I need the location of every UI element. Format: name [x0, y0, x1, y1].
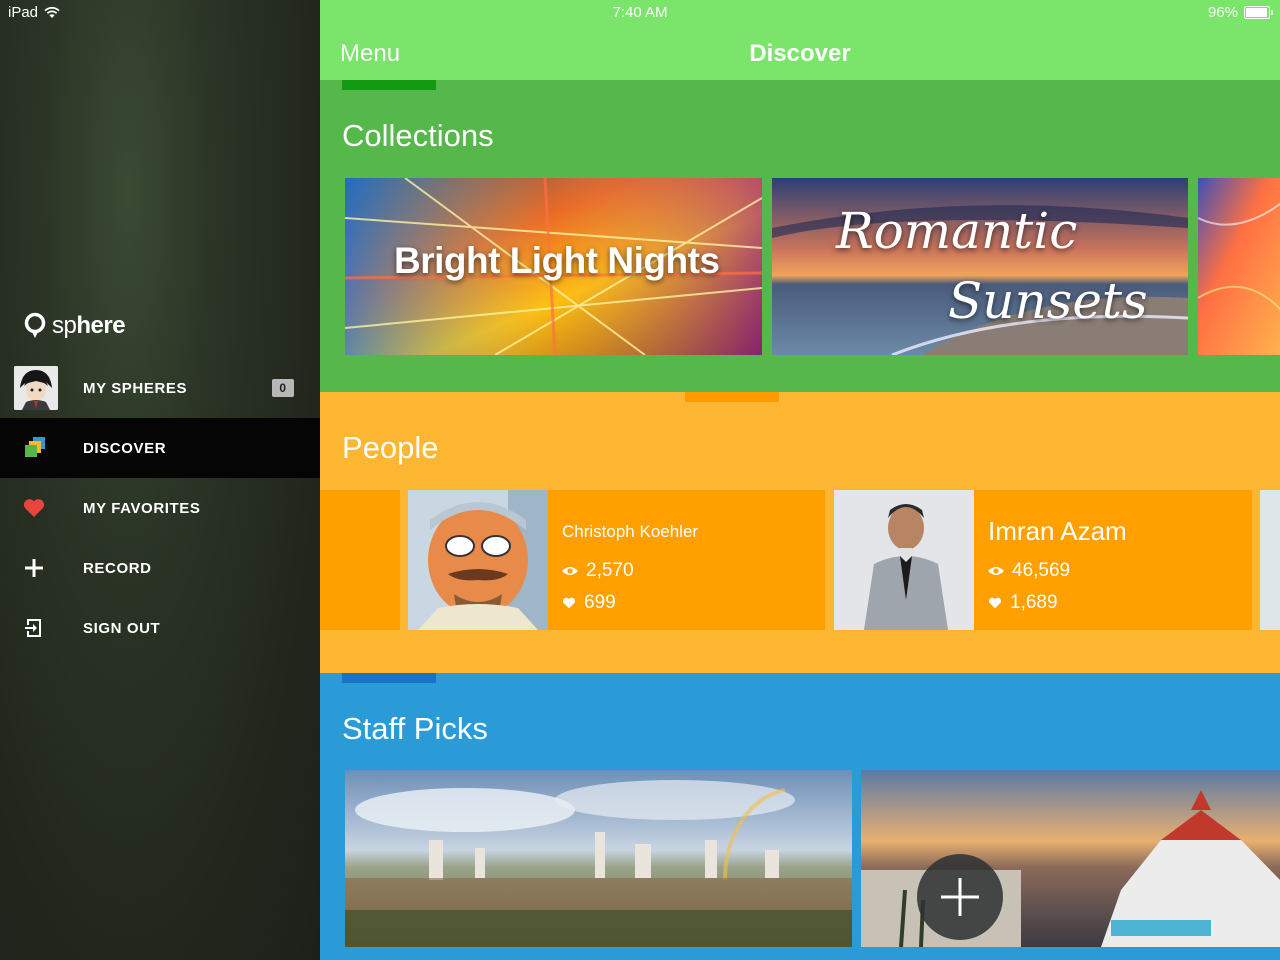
brand-name: sphere	[52, 312, 126, 340]
person-photo	[834, 490, 974, 630]
person-card-partial[interactable]	[1260, 490, 1280, 630]
eye-icon	[988, 567, 1004, 575]
person-likes: 699	[562, 592, 616, 614]
page-title: Discover	[749, 40, 851, 67]
collection-title-line2: Sunsets	[948, 272, 1148, 330]
collection-title-line1: Romantic	[836, 202, 1078, 260]
views-count: 2,570	[586, 560, 634, 581]
sphere-logo: sphere	[24, 312, 126, 340]
section-title: Collections	[342, 118, 494, 153]
person-card-partial[interactable]	[320, 490, 400, 630]
status-right: 96%	[1207, 4, 1273, 21]
person-card-imran-azam[interactable]: Imran Azam 46,569 1,689	[834, 490, 1252, 630]
location-pin-icon	[24, 312, 46, 338]
person-views: 46,569	[988, 560, 1070, 582]
main-content: Menu Discover Collections Bright Light N…	[320, 0, 1280, 960]
heart-icon	[562, 597, 576, 609]
person-likes: 1,689	[988, 592, 1058, 614]
person-card-christoph-koehler[interactable]: Christoph Koehler 2,570 699	[408, 490, 825, 630]
section-title: Staff Picks	[342, 711, 488, 746]
plus-icon	[14, 548, 54, 588]
spheres-count-badge: 0	[272, 379, 294, 397]
sidebar: sphere MY SPHERES 0 DISCOVER MY FAVORITE…	[0, 0, 320, 960]
collection-image	[1198, 178, 1280, 355]
sign-out-icon	[14, 608, 54, 648]
person-photo	[408, 490, 548, 630]
status-time: 7:40 AM	[612, 4, 668, 21]
sidebar-item-label: RECORD	[83, 559, 152, 577]
brand-prefix: sp	[52, 312, 77, 339]
staff-picks-section: Staff Picks	[320, 673, 1280, 960]
heart-icon	[14, 488, 54, 528]
sidebar-item-label: DISCOVER	[83, 439, 167, 457]
sidebar-item-my-favorites[interactable]: MY FAVORITES	[0, 478, 320, 538]
brand-suffix: here	[76, 312, 126, 339]
sidebar-item-my-spheres[interactable]: MY SPHERES 0	[0, 358, 320, 418]
collection-card-romantic-sunsets[interactable]: Romantic Sunsets	[772, 178, 1188, 355]
section-indicator	[342, 80, 436, 90]
plus-icon	[941, 878, 979, 916]
likes-count: 699	[584, 592, 616, 613]
views-count: 46,569	[1012, 560, 1071, 581]
staff-pick-image	[345, 770, 852, 947]
heart-icon	[988, 597, 1002, 609]
staff-pick-card-city-panorama[interactable]	[345, 770, 852, 947]
status-bar: iPad 7:40 AM 96%	[0, 0, 1280, 26]
battery-percent: 96%	[1207, 4, 1238, 21]
sidebar-item-label: MY SPHERES	[83, 379, 188, 397]
add-fab-button[interactable]	[917, 854, 1003, 940]
collection-card-partial[interactable]	[1198, 178, 1280, 355]
avatar	[14, 366, 58, 410]
section-indicator	[685, 392, 779, 402]
person-views: 2,570	[562, 560, 634, 582]
person-name: Christoph Koehler	[562, 522, 699, 541]
battery-icon	[1244, 6, 1273, 19]
eye-icon	[562, 567, 578, 575]
sidebar-item-label: SIGN OUT	[83, 619, 161, 637]
battery-fill	[1246, 8, 1268, 17]
sidebar-item-label: MY FAVORITES	[83, 499, 201, 517]
sidebar-item-sign-out[interactable]: SIGN OUT	[0, 598, 320, 658]
section-title: People	[342, 430, 439, 465]
people-section: People Christoph Koehler 2,570 699 Imran…	[320, 392, 1280, 673]
stacked-layers-icon	[14, 428, 54, 468]
sidebar-nav: MY SPHERES 0 DISCOVER MY FAVORITES RECOR…	[0, 358, 320, 658]
person-name: Imran Azam	[988, 516, 1127, 546]
collections-section: Collections Bright Light Nights Romantic…	[320, 80, 1280, 392]
likes-count: 1,689	[1010, 592, 1058, 613]
sidebar-item-discover[interactable]: DISCOVER	[0, 418, 320, 478]
collection-title: Bright Light Nights	[394, 240, 720, 281]
section-indicator	[342, 673, 436, 683]
collection-card-bright-light-nights[interactable]: Bright Light Nights	[345, 178, 762, 355]
sidebar-item-record[interactable]: RECORD	[0, 538, 320, 598]
